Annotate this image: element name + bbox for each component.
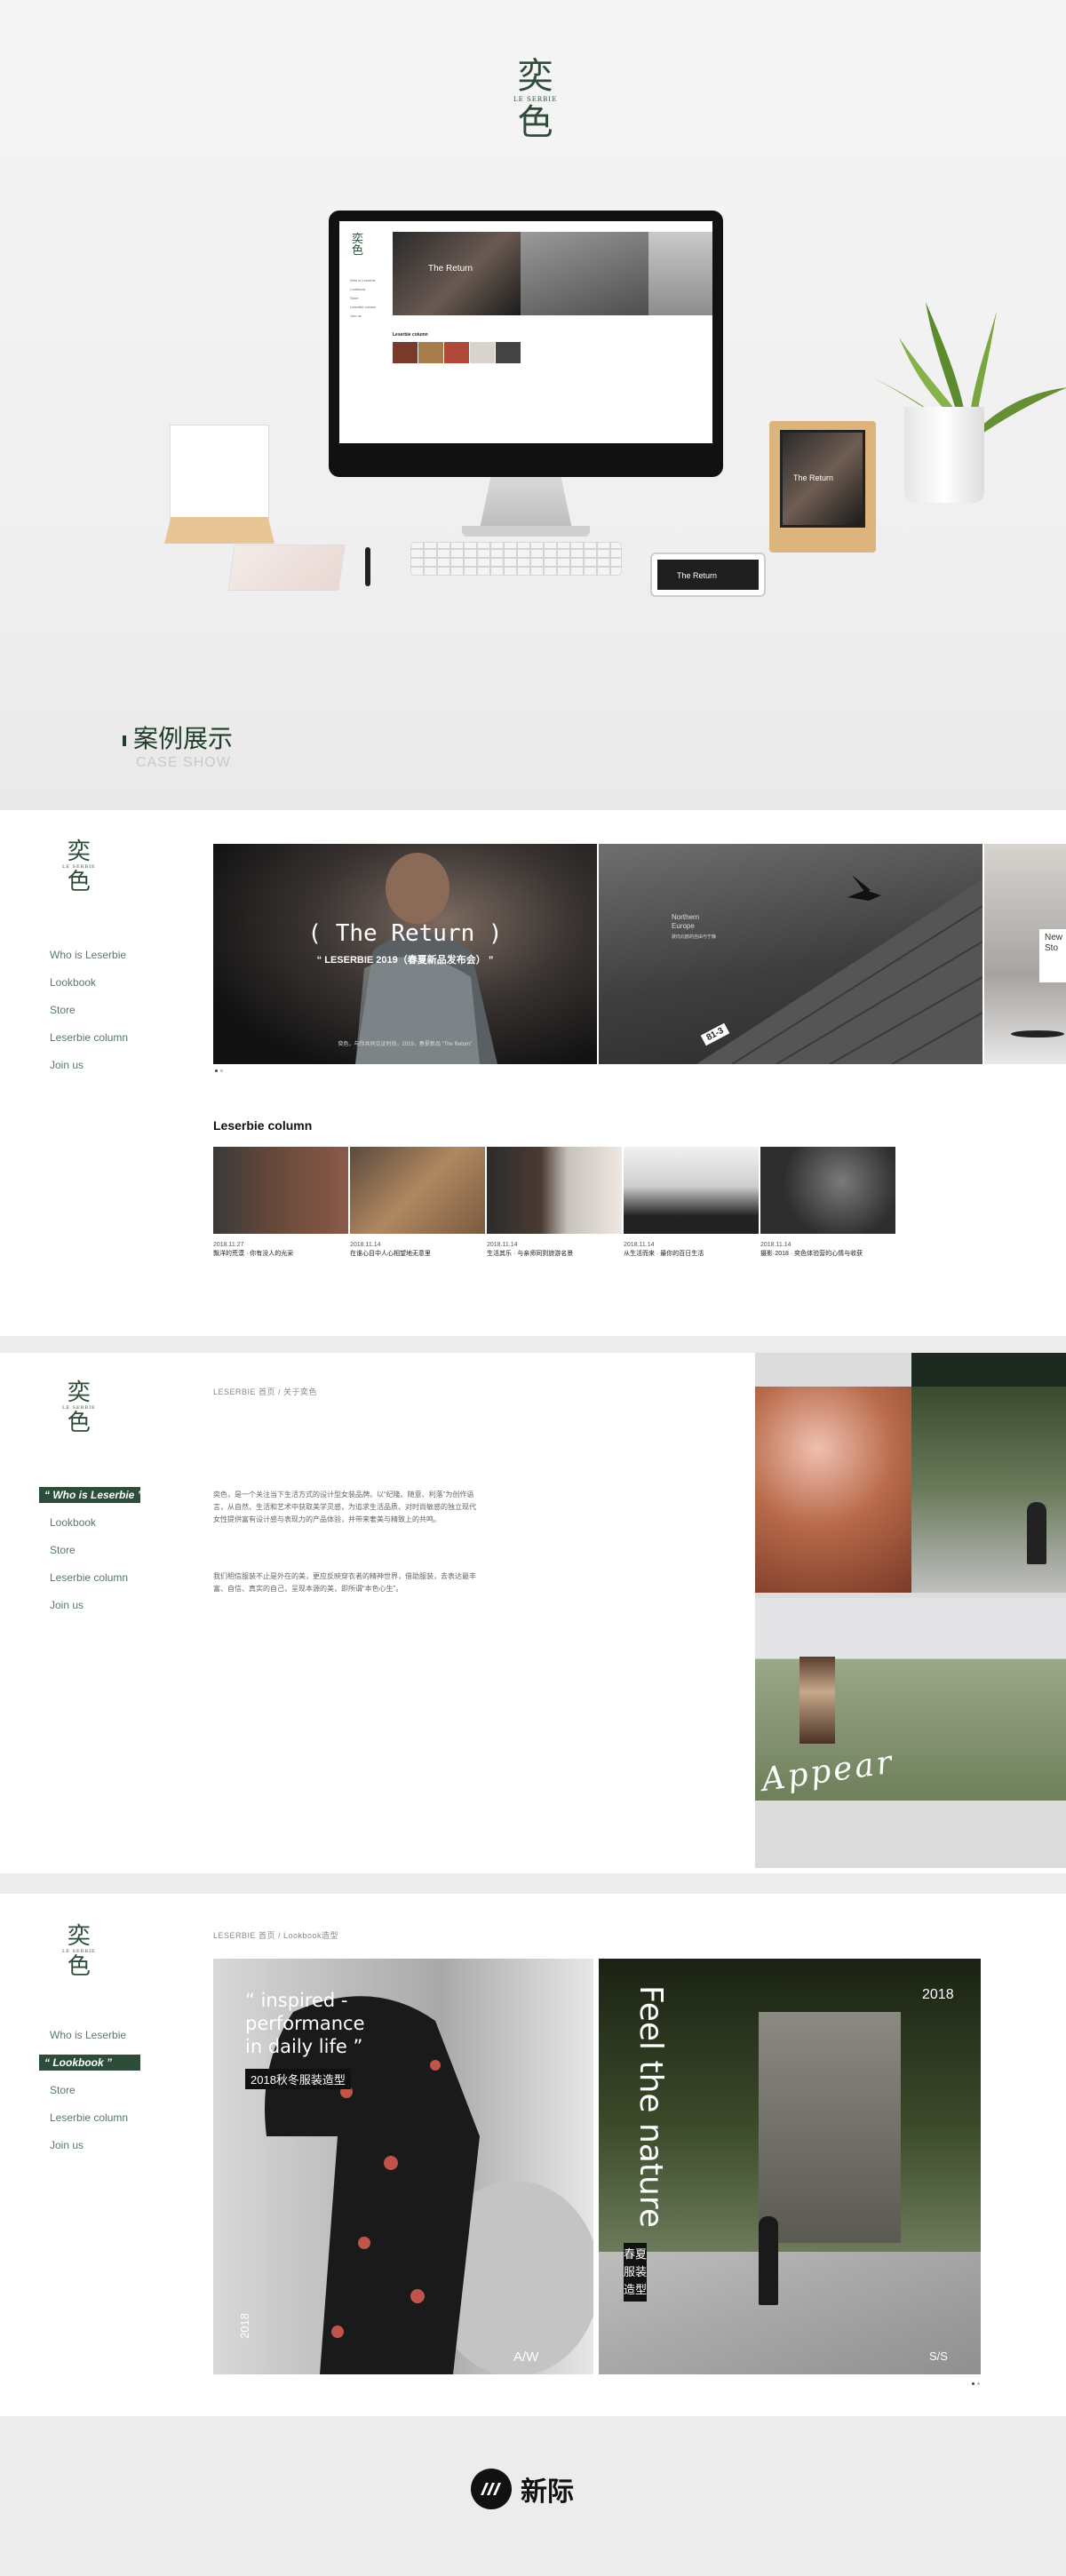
column-item-5[interactable]: 2018.11.14 摄影·2018 · 奕色体验营的心情与收获 [760, 1241, 863, 1259]
footer-brand-text: 新际 [521, 2477, 574, 2508]
case-show-title: 案例展示 [122, 720, 233, 755]
homepage-panel: 奕 LE SERBIE 色 Who is Leserbie Lookbook S… [0, 810, 1066, 1336]
monitor-banner-3 [648, 232, 712, 315]
column-thumb-2[interactable] [350, 1147, 485, 1234]
tablet-title: The Return [677, 571, 718, 580]
side-nav: “ Who is Leserbie ” Lookbook Store Leser… [39, 1482, 143, 1619]
keyboard [410, 542, 622, 576]
collage-photo-portrait [755, 1387, 911, 1593]
aw-year: 2018 [238, 2313, 251, 2339]
slider-dot[interactable] [977, 2382, 980, 2385]
monitor-stand [480, 477, 572, 529]
logo-char-top: 奕 [517, 56, 553, 97]
desktop-monitor: 奕 色 Who is Leserbie Lookbook Store Leser… [329, 211, 723, 477]
northern-europe-label: Northern Europe 驶向北欧的自由与宁静 [672, 913, 717, 940]
monitor-banner-1: The Return [393, 232, 521, 315]
monitor-logo: 奕 色 [352, 233, 364, 258]
column-thumb-5[interactable] [760, 1147, 895, 1234]
nav-leserbie-column[interactable]: Leserbie column [50, 1564, 140, 1592]
aw-season-tag: 2018秋冬服装造型 [245, 2069, 351, 2089]
column-thumb-3[interactable] [487, 1147, 622, 1234]
nav-join-us[interactable]: Join us [50, 2132, 140, 2159]
column-section-title: Leserbie column [213, 1118, 313, 1133]
column-item-4[interactable]: 2018.11.14 从生活而来 · 最你的百日生活 [624, 1241, 704, 1259]
ss-year: 2018 [922, 1987, 954, 2002]
banner-slide-northern-europe[interactable]: Northern Europe 驶向北欧的自由与宁静 81-3 [599, 844, 982, 1064]
pier-graphic [696, 875, 982, 1064]
logo-char-bottom: 色 [517, 102, 553, 143]
desk-calendar [164, 419, 274, 544]
ss-model-figure [759, 2216, 778, 2305]
lookbook-panel: 奕 LE SERBIE 色 Who is Leserbie “ Lookbook… [0, 1894, 1066, 2416]
panel-logo[interactable]: 奕 LE SERBIE 色 [62, 1381, 96, 1435]
side-nav: Who is Leserbie “ Lookbook ” Store Leser… [39, 2022, 140, 2159]
panel-logo[interactable]: 奕 LE SERBIE 色 [62, 1925, 96, 1978]
photo-frame: The Return [769, 421, 876, 553]
case-show-subtitle: CASE SHOW [136, 755, 231, 770]
nav-leserbie-column[interactable]: Leserbie column [50, 1024, 128, 1052]
nav-lookbook[interactable]: Lookbook [50, 1509, 140, 1537]
nav-join-us[interactable]: Join us [50, 1052, 128, 1079]
nav-store[interactable]: Store [50, 1537, 140, 1564]
about-paragraph-2: 我们相信服装不止是外在的美，更应反映穿衣者的精神世界，借助服装，去表达最丰富、自… [213, 1572, 476, 1593]
monitor-nav: Who is Leserbie Lookbook Store Leserbie … [350, 278, 377, 318]
banner-title: ( The Return ) [307, 920, 503, 947]
slider-dot-active[interactable] [215, 1069, 218, 1072]
ss-label: S/S [929, 2349, 948, 2363]
footer-brand-logo: 新际 [471, 2469, 574, 2509]
column-item-1[interactable]: 2018.11.27 飘洋的荒漠 · 你有没人的光采 [213, 1241, 293, 1259]
column-thumb-1[interactable] [213, 1147, 348, 1234]
nav-lookbook-active[interactable]: “ Lookbook ” [39, 2055, 140, 2071]
ss-feel-the-nature: Feel the nature [632, 1985, 669, 2228]
notebook [227, 545, 346, 591]
tablet: The Return [650, 553, 766, 597]
nav-who-is-leserbie[interactable]: Who is Leserbie [50, 2022, 140, 2049]
monitor-banner-2 [521, 232, 648, 315]
nav-lookbook[interactable]: Lookbook [50, 969, 128, 997]
side-nav: Who is Leserbie Lookbook Store Leserbie … [50, 942, 128, 1079]
about-panel: 奕 LE SERBIE 色 “ Who is Leserbie ” Lookbo… [0, 1353, 1066, 1873]
pen [365, 547, 370, 586]
column-item-3[interactable]: 2018.11.14 生活其乐 · 与亲师同到旅游名景 [487, 1241, 573, 1259]
slider-dot[interactable] [220, 1069, 223, 1072]
banner-slide-new-store[interactable]: New Sto [984, 844, 1066, 1064]
breadcrumb[interactable]: LESERBIE 首页 / Lookbook造型 [213, 1929, 338, 1941]
banner-caption: 奕色，与你共同见证时尚，2019，春夏新品 “The Return” [338, 1042, 473, 1047]
collage-photo-field: Appear [755, 1598, 1066, 1801]
nav-who-is-leserbie[interactable]: Who is Leserbie [50, 942, 128, 969]
nav-who-is-leserbie-active[interactable]: “ Who is Leserbie ” [39, 1487, 143, 1503]
banner-subtitle: “ LESERBIE 2019（春夏新品发布会） ” [316, 955, 494, 966]
plant-pot [904, 407, 984, 503]
nav-leserbie-column[interactable]: Leserbie column [50, 2104, 140, 2132]
about-photo-collage: Appear [755, 1353, 1066, 1868]
monitor-stand-base [462, 526, 590, 537]
aw-label: A/W [513, 2349, 539, 2365]
nav-store[interactable]: Store [50, 997, 128, 1024]
aw-quote: “ inspired - performance in daily life ” [245, 1990, 365, 2057]
collage-photo-street [911, 1387, 1066, 1593]
column-thumb-4[interactable] [624, 1147, 759, 1234]
new-store-card: New Sto [1039, 929, 1066, 982]
hero-section: 奕 LE SERBIE 色 奕 色 Who is Leserbie Lookbo… [0, 0, 1066, 810]
panel-logo[interactable]: 奕 LE SERBIE 色 [62, 840, 96, 894]
about-paragraph-1: 奕色，是一个关注当下生活方式的设计型女装品牌。以“纪隆、随意、利落”为创作语言，… [213, 1491, 476, 1523]
banner-slide-the-return[interactable]: ( The Return ) “ LESERBIE 2019（春夏新品发布会） … [213, 844, 597, 1064]
monitor-screen: 奕 色 Who is Leserbie Lookbook Store Leser… [339, 221, 712, 443]
monitor-column-title: Leserbie column [393, 332, 428, 338]
brand-mark-icon [471, 2469, 512, 2509]
nav-join-us[interactable]: Join us [50, 1592, 140, 1619]
slider-dot-active[interactable] [972, 2382, 975, 2385]
brand-logo: 奕 LE SERBIE 色 [513, 59, 557, 140]
lookbook-card-ss[interactable]: Feel the nature 2018 春夏服装造型 S/S [599, 1959, 981, 2374]
column-item-2[interactable]: 2018.11.14 在谁心目中人心相望地无意里 [350, 1241, 431, 1259]
nav-store[interactable]: Store [50, 2077, 140, 2104]
ss-season-tag: 春夏服装造型 [624, 2243, 647, 2302]
lookbook-card-aw[interactable]: “ inspired - performance in daily life ”… [213, 1959, 593, 2374]
breadcrumb[interactable]: LESERBIE 首页 / 关于奕色 [213, 1386, 317, 1397]
frame-title: The Return [793, 473, 834, 482]
